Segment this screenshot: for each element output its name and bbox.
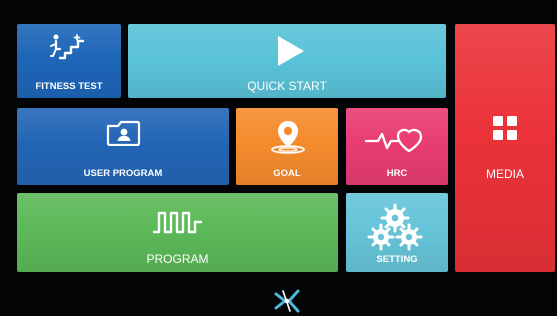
user-folder-icon bbox=[106, 120, 141, 146]
treadmill-home-screen: FITNESS TEST QUICK START MEDIA USER PROG… bbox=[0, 0, 557, 316]
fitness-test-icon bbox=[50, 34, 85, 60]
play-icon bbox=[278, 36, 304, 66]
goal-label: GOAL bbox=[273, 168, 301, 179]
goal-tile[interactable]: GOAL bbox=[236, 108, 338, 185]
hrc-label: HRC bbox=[386, 168, 408, 179]
setting-tile[interactable]: SETTING bbox=[346, 193, 448, 272]
hrc-tile[interactable]: HRC bbox=[346, 108, 448, 185]
setting-label: SETTING bbox=[376, 254, 418, 265]
goal-location-icon bbox=[271, 121, 305, 154]
program-label: PROGRAM bbox=[146, 252, 209, 266]
heart-rate-icon bbox=[364, 128, 423, 153]
media-label: MEDIA bbox=[485, 167, 524, 181]
fitness-test-label: FITNESS TEST bbox=[35, 81, 103, 92]
user-program-label: USER PROGRAM bbox=[83, 168, 163, 179]
quick-start-tile[interactable]: QUICK START bbox=[128, 24, 446, 98]
quick-start-label: QUICK START bbox=[247, 79, 327, 93]
media-grid-icon bbox=[493, 116, 517, 140]
program-profile-icon bbox=[153, 211, 202, 234]
program-tile[interactable]: PROGRAM bbox=[17, 193, 338, 272]
gear-icon bbox=[367, 203, 423, 251]
fitness-test-tile[interactable]: FITNESS TEST bbox=[17, 24, 121, 98]
user-program-tile[interactable]: USER PROGRAM bbox=[17, 108, 229, 185]
media-tile[interactable]: MEDIA bbox=[455, 24, 555, 272]
brand-logo-icon bbox=[274, 289, 300, 313]
